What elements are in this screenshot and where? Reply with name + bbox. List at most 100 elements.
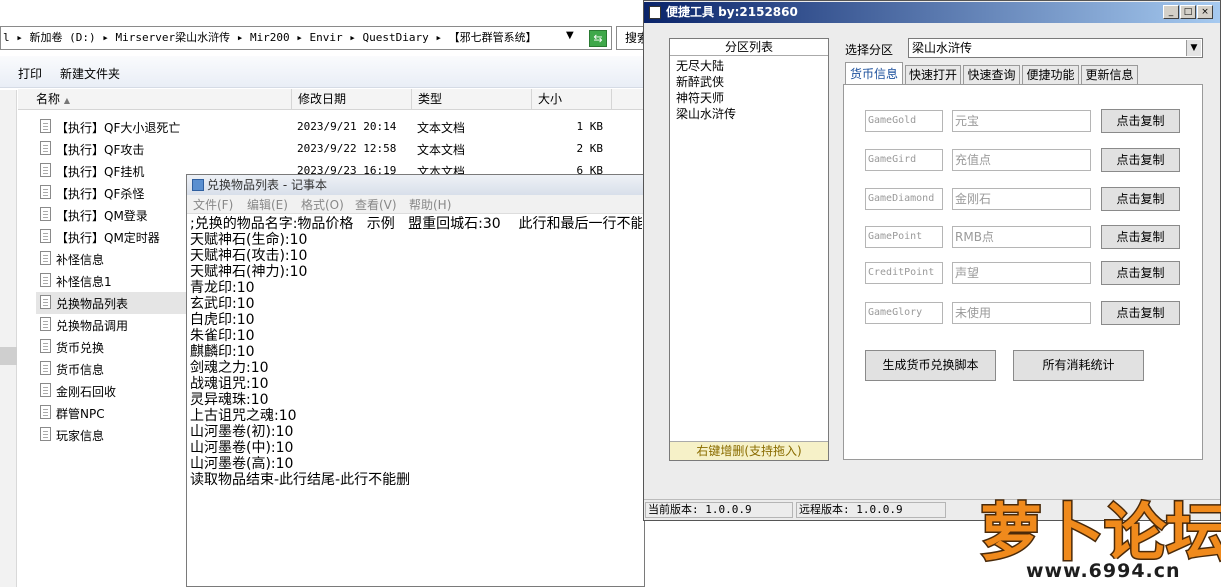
- menu-view[interactable]: 查看(V): [355, 196, 397, 213]
- currency-code-field[interactable]: GameGold: [865, 110, 943, 132]
- copy-button[interactable]: 点击复制: [1101, 301, 1180, 325]
- text-file-icon: [40, 273, 51, 287]
- copy-button[interactable]: 点击复制: [1101, 109, 1180, 133]
- tab-utilities[interactable]: 便捷功能: [1022, 65, 1079, 85]
- refresh-icon[interactable]: ⇆: [589, 30, 607, 47]
- text-file-icon: [40, 383, 51, 397]
- notepad-app-icon: [192, 179, 204, 191]
- text-file-icon: [40, 317, 51, 331]
- partition-item[interactable]: 新醉武侠: [676, 73, 724, 90]
- column-name-label: 名称: [36, 92, 61, 106]
- partition-list-header: 分区列表: [670, 39, 828, 56]
- menu-help[interactable]: 帮助(H): [409, 196, 451, 213]
- tool-app-icon: [649, 6, 661, 19]
- file-name: 【执行】QM登录: [56, 209, 148, 223]
- select-partition-label: 选择分区: [845, 43, 894, 57]
- chevron-down-icon[interactable]: ▼: [1186, 40, 1201, 56]
- column-header-size[interactable]: 大小: [532, 89, 612, 110]
- currency-name-field[interactable]: RMB点: [952, 226, 1091, 248]
- text-file-icon: [40, 163, 51, 177]
- watermark-url: www.6994.cn: [1026, 560, 1181, 582]
- column-header-type[interactable]: 类型: [412, 89, 532, 110]
- column-header-date[interactable]: 修改日期: [292, 89, 412, 110]
- navigation-pane-selected-item[interactable]: [0, 347, 17, 365]
- address-dropdown-icon[interactable]: ▼: [566, 30, 574, 41]
- copy-button[interactable]: 点击复制: [1101, 225, 1180, 249]
- sort-ascending-icon: ▲: [63, 96, 70, 105]
- file-size: 2 KB: [576, 142, 604, 155]
- text-file-icon: [40, 141, 51, 155]
- file-date: 2023/9/22 12:58: [297, 142, 397, 155]
- currency-code-field[interactable]: GamePoint: [865, 226, 943, 248]
- file-name: 货币兑换: [56, 341, 105, 355]
- file-name: 群管NPC: [56, 407, 105, 421]
- file-name: 货币信息: [56, 363, 105, 377]
- maximize-icon[interactable]: □: [1180, 5, 1196, 19]
- notepad-text-area[interactable]: ;兑换的物品名字:物品价格 示例 盟重回城石:30 此行和最后一行不能删 天赋神…: [190, 216, 642, 586]
- file-name: 兑换物品列表: [56, 297, 129, 311]
- file-row[interactable]: 【执行】QF大小退死亡 2023/9/21 20:14 文本文档 1 KB: [36, 116, 636, 138]
- file-name: 【执行】QF杀怪: [56, 187, 145, 201]
- copy-button[interactable]: 点击复制: [1101, 261, 1180, 285]
- text-file-icon: [40, 361, 51, 375]
- file-name: 【执行】QF大小退死亡: [56, 121, 181, 135]
- currency-name-field[interactable]: 充值点: [952, 149, 1091, 171]
- navigation-pane[interactable]: [0, 90, 17, 587]
- partition-item[interactable]: 神符天师: [676, 89, 724, 106]
- currency-code-field[interactable]: CreditPoint: [865, 262, 943, 284]
- tab-quick-query[interactable]: 快速查询: [963, 65, 1020, 85]
- menu-format[interactable]: 格式(O): [301, 196, 344, 213]
- text-file-icon: [40, 427, 51, 441]
- minimize-icon[interactable]: _: [1163, 5, 1179, 19]
- file-type: 文本文档: [417, 121, 466, 135]
- partition-list-hint: 右键增删(支持拖入): [670, 441, 828, 460]
- currency-name-field[interactable]: 声望: [952, 262, 1091, 284]
- partition-item[interactable]: 无尽大陆: [676, 57, 724, 74]
- partition-item[interactable]: 梁山水浒传: [676, 105, 736, 122]
- text-file-icon: [40, 251, 51, 265]
- consumption-stats-button[interactable]: 所有消耗统计: [1013, 350, 1144, 381]
- file-name: 兑换物品调用: [56, 319, 129, 333]
- file-name: 【执行】QF攻击: [56, 143, 145, 157]
- currency-code-field[interactable]: GameGird: [865, 149, 943, 171]
- currency-code-field[interactable]: GameDiamond: [865, 188, 943, 210]
- file-date: 2023/9/21 20:14: [297, 120, 397, 133]
- currency-name-field[interactable]: 未使用: [952, 302, 1091, 324]
- text-file-icon: [40, 119, 51, 133]
- generate-script-button[interactable]: 生成货币兑换脚本: [865, 350, 996, 381]
- close-icon[interactable]: ×: [1197, 5, 1213, 19]
- text-file-icon: [40, 229, 51, 243]
- currency-code-field[interactable]: GameGlory: [865, 302, 943, 324]
- menu-file[interactable]: 文件(F): [193, 196, 233, 213]
- text-file-icon: [40, 185, 51, 199]
- copy-button[interactable]: 点击复制: [1101, 187, 1180, 211]
- tab-quick-open[interactable]: 快速打开: [905, 65, 961, 85]
- currency-name-field[interactable]: 元宝: [952, 110, 1091, 132]
- notepad-titlebar[interactable]: 兑换物品列表 - 记事本: [187, 175, 645, 195]
- address-bar[interactable]: l ▸ 新加卷 (D:) ▸ Mirserver梁山水浒传 ▸ Mir200 ▸…: [0, 26, 612, 50]
- file-type: 文本文档: [417, 143, 466, 157]
- file-name: 补怪信息: [56, 253, 105, 267]
- new-folder-button[interactable]: 新建文件夹: [60, 65, 120, 82]
- current-version-label: 当前版本: 1.0.0.9: [645, 502, 793, 518]
- copy-button[interactable]: 点击复制: [1101, 148, 1180, 172]
- text-file-icon: [40, 405, 51, 419]
- file-name: 【执行】QM定时器: [56, 231, 160, 245]
- partition-select[interactable]: 梁山水浒传: [908, 38, 1203, 58]
- file-size: 1 KB: [576, 120, 604, 133]
- watermark-logo-text: 萝卜论坛: [980, 496, 1221, 569]
- file-name: 金刚石回收: [56, 385, 117, 399]
- tab-update-info[interactable]: 更新信息: [1081, 65, 1138, 85]
- file-row[interactable]: 【执行】QF攻击 2023/9/22 12:58 文本文档 2 KB: [36, 138, 636, 160]
- remote-version-label: 远程版本: 1.0.0.9: [796, 502, 946, 518]
- column-header-name[interactable]: 名称 ▲: [30, 89, 292, 110]
- tab-currency-info[interactable]: 货币信息: [845, 62, 903, 85]
- file-name: 【执行】QF挂机: [56, 165, 145, 179]
- currency-name-field[interactable]: 金刚石: [952, 188, 1091, 210]
- text-file-icon: [40, 207, 51, 221]
- print-button[interactable]: 打印: [18, 65, 42, 82]
- file-name: 玩家信息: [56, 429, 105, 443]
- menu-edit[interactable]: 编辑(E): [247, 196, 288, 213]
- tool-titlebar[interactable]: 便捷工具 by:2152860: [644, 2, 1220, 23]
- text-file-icon: [40, 339, 51, 353]
